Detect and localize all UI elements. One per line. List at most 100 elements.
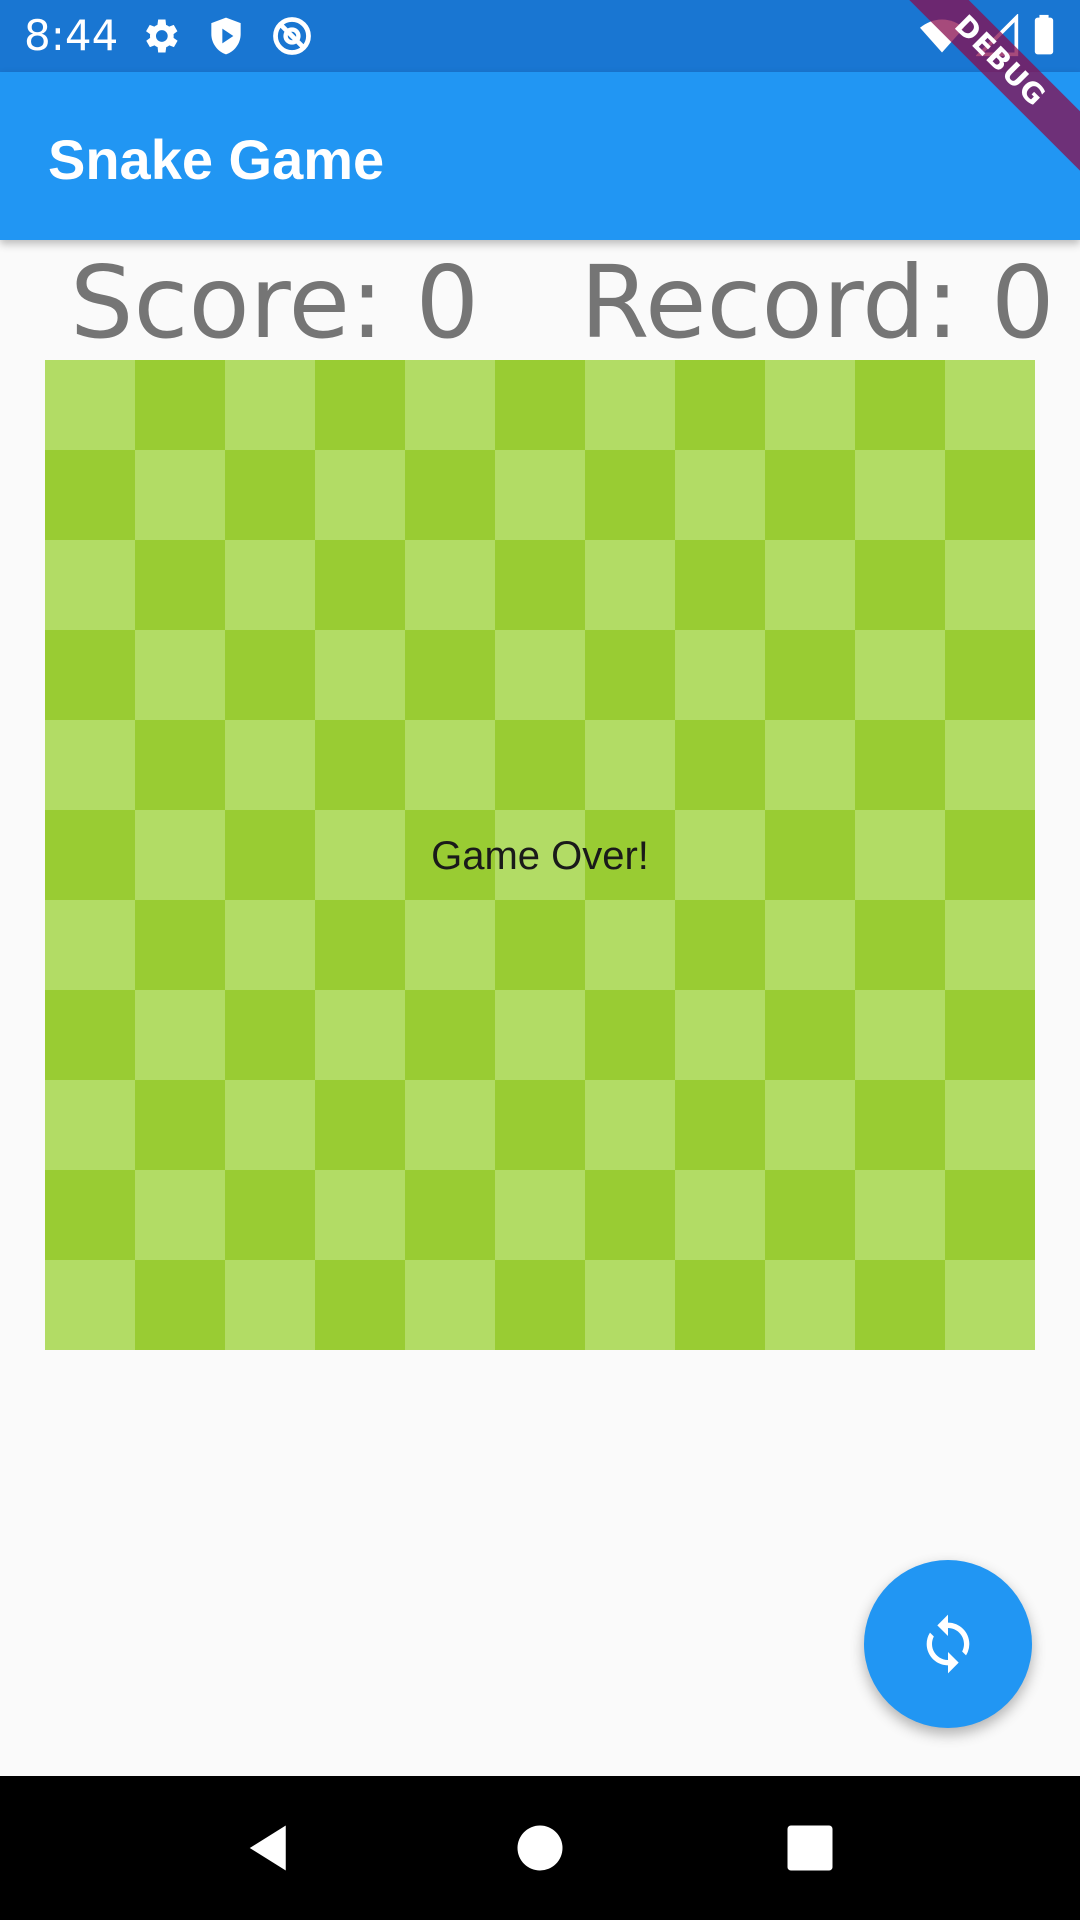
board-cell [45, 540, 135, 630]
board-cell [765, 1080, 855, 1170]
board-cell [135, 1260, 225, 1350]
at-sign-icon [273, 17, 311, 55]
app-bar: Snake Game [0, 72, 1080, 240]
board-cell [495, 990, 585, 1080]
board-cell [945, 1260, 1035, 1350]
board-cell [405, 630, 495, 720]
back-button[interactable] [240, 1818, 300, 1878]
board-cell [675, 990, 765, 1080]
board-cell [135, 720, 225, 810]
board-cell [855, 990, 945, 1080]
board-cell [45, 900, 135, 990]
board-cell [135, 990, 225, 1080]
board-cell [45, 810, 135, 900]
home-button[interactable] [510, 1818, 570, 1878]
board-cell [315, 1170, 405, 1260]
board-cell [495, 1080, 585, 1170]
board-cell [315, 1260, 405, 1350]
board-cell [765, 540, 855, 630]
board-cell [585, 810, 675, 900]
board-cell [855, 360, 945, 450]
board-cell [495, 1260, 585, 1350]
board-cell [765, 1260, 855, 1350]
board-cell [585, 360, 675, 450]
board-cell [135, 1080, 225, 1170]
board-cell [135, 810, 225, 900]
board-cell [225, 1170, 315, 1260]
board-cell [405, 1080, 495, 1170]
board-cell [855, 540, 945, 630]
board-cell [675, 1080, 765, 1170]
restart-button[interactable] [864, 1560, 1032, 1728]
board-cell [765, 900, 855, 990]
board-cell [765, 450, 855, 540]
board-cell [225, 360, 315, 450]
board-cell [135, 540, 225, 630]
board-cell [585, 900, 675, 990]
board-cell [585, 1080, 675, 1170]
record-label: Record: 0 [580, 244, 1055, 361]
board-cell [225, 540, 315, 630]
board-cell [945, 540, 1035, 630]
board-cell [945, 1080, 1035, 1170]
battery-icon [1034, 14, 1054, 55]
board-cell [225, 630, 315, 720]
navigation-bar [0, 1776, 1080, 1920]
board-cell [585, 720, 675, 810]
board-cell [225, 720, 315, 810]
board-cell [675, 360, 765, 450]
app-title: Snake Game [48, 128, 385, 191]
gear-icon [146, 19, 178, 53]
board-cell [855, 720, 945, 810]
board-cell [945, 720, 1035, 810]
board-cell [225, 450, 315, 540]
recents-button[interactable] [780, 1818, 840, 1878]
board-cell [45, 1080, 135, 1170]
board-cell [675, 630, 765, 720]
board-cell [405, 540, 495, 630]
board-cell [405, 1170, 495, 1260]
board-cell [135, 900, 225, 990]
board-cell [45, 360, 135, 450]
board-cell [675, 1170, 765, 1260]
board-cell [945, 450, 1035, 540]
board-cell [45, 990, 135, 1080]
board-cell [315, 990, 405, 1080]
board-cell [135, 360, 225, 450]
board-cell [675, 900, 765, 990]
board-cell [675, 450, 765, 540]
board-cell [45, 450, 135, 540]
board-cell [495, 540, 585, 630]
board-cell [495, 720, 585, 810]
board-cell [675, 810, 765, 900]
board-cell [45, 720, 135, 810]
board-cell [765, 360, 855, 450]
board-cell [45, 1260, 135, 1350]
board-cell [45, 630, 135, 720]
board-cell [765, 720, 855, 810]
board-cell [585, 990, 675, 1080]
board-cell [315, 540, 405, 630]
board-cell [945, 630, 1035, 720]
board-cell [765, 990, 855, 1080]
board-cell [405, 990, 495, 1080]
board-cell [405, 1260, 495, 1350]
board-cell [585, 450, 675, 540]
board-cell [315, 360, 405, 450]
board-cell [45, 1170, 135, 1260]
board-cell [495, 810, 585, 900]
game-board[interactable] [45, 360, 1035, 1350]
board-cell [405, 810, 495, 900]
board-cell [315, 810, 405, 900]
board-cell [225, 900, 315, 990]
board-cell [585, 540, 675, 630]
board-cell [945, 360, 1035, 450]
board-cell [315, 720, 405, 810]
board-cell [135, 1170, 225, 1260]
board-cell [675, 1260, 765, 1350]
board-cell [405, 450, 495, 540]
recents-icon [787, 1825, 833, 1871]
board-cell [675, 720, 765, 810]
board-cell [765, 630, 855, 720]
board-cell [225, 1080, 315, 1170]
